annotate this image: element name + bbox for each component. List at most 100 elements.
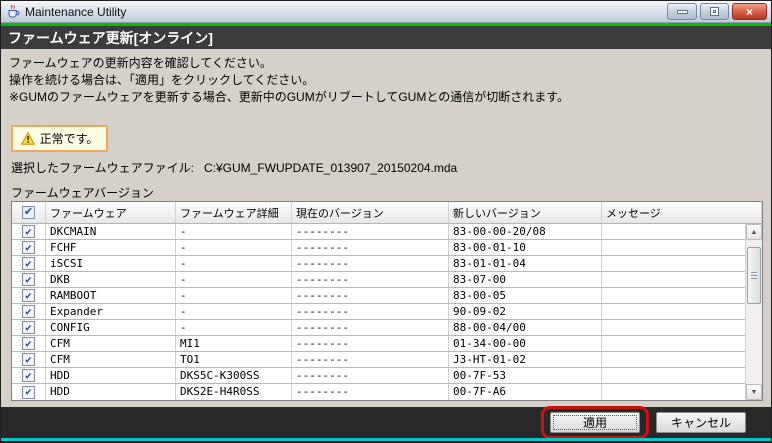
window-title: Maintenance Utility [25, 4, 127, 19]
cell-firmware-detail: TO1 [176, 352, 292, 367]
cell-message [602, 288, 745, 303]
row-select-checkbox[interactable]: ✔ [12, 336, 46, 351]
row-select-checkbox[interactable]: ✔ [12, 224, 46, 239]
cell-firmware-detail: - [176, 256, 292, 271]
cell-firmware-detail: - [176, 272, 292, 287]
cell-new-version: 83-00-01-10 [449, 240, 602, 255]
cell-new-version: 83-00-05 [449, 288, 602, 303]
titlebar[interactable]: Maintenance Utility × [1, 1, 771, 23]
cell-current-version: -------- [292, 224, 449, 239]
table-row[interactable]: ✔ CONFIG - -------- 88-00-04/00 [12, 320, 745, 336]
cell-firmware: FCHF [46, 240, 176, 255]
instruction-line: 操作を続ける場合は、「適用」をクリックしてください。 [9, 73, 315, 87]
select-all-checkbox[interactable]: ✔ [12, 202, 46, 223]
close-button[interactable]: × [732, 3, 767, 20]
cancel-button[interactable]: キャンセル [656, 412, 746, 433]
instructions: ファームウェアの更新内容を確認してください。 操作を続ける場合は、「適用」をクリ… [9, 55, 569, 106]
cell-firmware: HDD [46, 384, 176, 400]
scroll-down-icon: ▼ [750, 388, 758, 396]
window-bottom-border [1, 438, 771, 441]
table-row[interactable]: ✔ RAMBOOT - -------- 83-00-05 [12, 288, 745, 304]
check-icon: ✔ [25, 320, 32, 334]
selected-file-line: 選択したファームウェアファイル: C:¥GUM_FWUPDATE_013907_2… [11, 159, 457, 176]
vertical-scrollbar[interactable]: ▲ ▼ [745, 224, 762, 400]
cell-new-version: 88-00-04/00 [449, 320, 602, 335]
cell-current-version: -------- [292, 256, 449, 271]
close-icon: × [745, 4, 753, 19]
cell-new-version: 00-7F-53 [449, 368, 602, 383]
table-row[interactable]: ✔ CFM TO1 -------- J3-HT-01-02 [12, 352, 745, 368]
row-select-checkbox[interactable]: ✔ [12, 384, 46, 400]
scroll-up-button[interactable]: ▲ [746, 224, 762, 240]
check-icon: ✔ [25, 352, 32, 366]
cell-current-version: -------- [292, 352, 449, 367]
row-select-checkbox[interactable]: ✔ [12, 304, 46, 319]
firmware-version-label: ファームウェアバージョン [11, 186, 154, 200]
cell-message [602, 224, 745, 239]
minimize-button[interactable] [667, 3, 697, 20]
row-select-checkbox[interactable]: ✔ [12, 320, 46, 335]
row-select-checkbox[interactable]: ✔ [12, 352, 46, 367]
cell-message [602, 320, 745, 335]
cell-firmware-detail: - [176, 320, 292, 335]
apply-button[interactable]: 適用 [550, 412, 640, 433]
table-row[interactable]: ✔ Expander - -------- 90-09-02 [12, 304, 745, 320]
scroll-down-button[interactable]: ▼ [746, 384, 762, 400]
table-row[interactable]: ✔ iSCSI - -------- 83-01-01-04 [12, 256, 745, 272]
column-header-current-version[interactable]: 現在のバージョン [292, 202, 449, 223]
cell-message [602, 304, 745, 319]
apply-highlight-annotation: 適用 [541, 406, 649, 439]
check-icon: ✔ [25, 288, 32, 302]
table-header-row: ✔ ファームウェア ファームウェア詳細 現在のバージョン 新しいバージョン メッ… [12, 202, 762, 224]
check-icon: ✔ [25, 368, 32, 382]
cell-firmware: CFM [46, 352, 176, 367]
row-select-checkbox[interactable]: ✔ [12, 240, 46, 255]
column-header-message[interactable]: メッセージ [602, 202, 762, 223]
row-select-checkbox[interactable]: ✔ [12, 256, 46, 271]
row-select-checkbox[interactable]: ✔ [12, 288, 46, 303]
scrollbar-thumb[interactable] [747, 247, 761, 304]
column-header-new-version[interactable]: 新しいバージョン [449, 202, 602, 223]
cell-firmware-detail: DKS5C-K300SS [176, 368, 292, 383]
content-panel: ファームウェアの更新内容を確認してください。 操作を続ける場合は、「適用」をクリ… [1, 49, 771, 407]
cell-firmware: iSCSI [46, 256, 176, 271]
cell-message [602, 256, 745, 271]
table-row[interactable]: ✔ CFM MI1 -------- 01-34-00-00 [12, 336, 745, 352]
scrollbar-grip [751, 271, 757, 281]
selected-file-path: C:¥GUM_FWUPDATE_013907_20150204.mda [203, 161, 458, 175]
maximize-button[interactable] [700, 3, 729, 20]
cell-firmware-detail: MI1 [176, 336, 292, 351]
row-select-checkbox[interactable]: ✔ [12, 368, 46, 383]
page-header: ファームウェア更新[オンライン] [1, 26, 771, 49]
cell-firmware-detail: - [176, 304, 292, 319]
cell-new-version: 83-01-01-04 [449, 256, 602, 271]
status-text: 正常です。 [39, 132, 99, 146]
maintenance-utility-window: Maintenance Utility × ファームウェア更新[オンライン] フ… [0, 0, 772, 443]
table-row[interactable]: ✔ DKB - -------- 83-07-00 [12, 272, 745, 288]
cell-firmware: DKB [46, 272, 176, 287]
cell-current-version: -------- [292, 384, 449, 400]
cell-firmware: RAMBOOT [46, 288, 176, 303]
table-row[interactable]: ✔ HDD DKS5C-K300SS -------- 00-7F-53 [12, 368, 745, 384]
cell-new-version: 00-7F-A6 [449, 384, 602, 400]
table-row[interactable]: ✔ DKCMAIN - -------- 83-00-00-20/08 [12, 224, 745, 240]
cell-firmware: HDD [46, 368, 176, 383]
cell-firmware: Expander [46, 304, 176, 319]
table-row[interactable]: ✔ HDD DKS2E-H4R0SS -------- 00-7F-A6 [12, 384, 745, 400]
table-row[interactable]: ✔ FCHF - -------- 83-00-01-10 [12, 240, 745, 256]
column-header-firmware[interactable]: ファームウェア [46, 202, 176, 223]
column-header-firmware-detail[interactable]: ファームウェア詳細 [176, 202, 292, 223]
instruction-line: ファームウェアの更新内容を確認してください。 [9, 56, 272, 70]
check-icon: ✔ [25, 256, 32, 270]
minimize-icon [676, 9, 688, 14]
check-icon: ✔ [25, 336, 32, 350]
cell-new-version: 90-09-02 [449, 304, 602, 319]
cell-message [602, 368, 745, 383]
check-icon: ✔ [25, 224, 32, 238]
java-app-icon [5, 4, 20, 19]
cell-message [602, 384, 745, 400]
check-icon: ✔ [25, 272, 32, 286]
cell-current-version: -------- [292, 240, 449, 255]
row-select-checkbox[interactable]: ✔ [12, 272, 46, 287]
cell-firmware: DKCMAIN [46, 224, 176, 239]
